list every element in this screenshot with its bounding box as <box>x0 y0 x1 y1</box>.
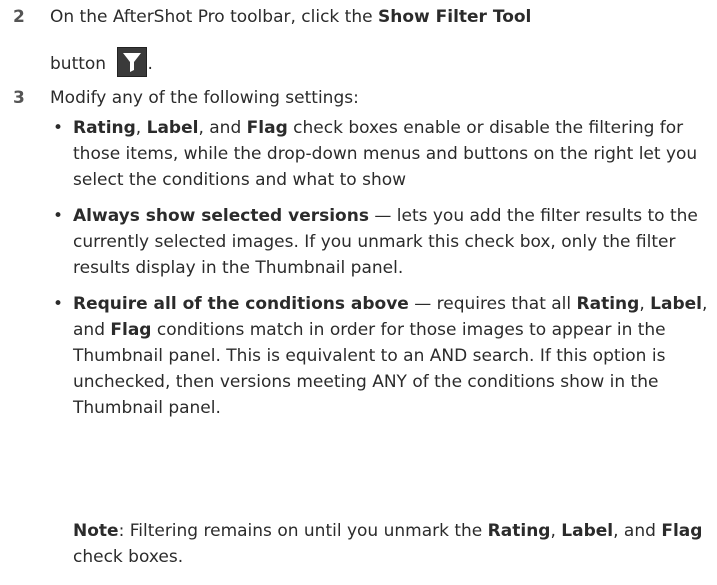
show-filter-tool-label: Show Filter Tool <box>377 7 532 27</box>
list-item: • Always show selected versions — lets y… <box>53 206 698 278</box>
list-item: • Require all of the conditions above — … <box>53 294 708 418</box>
filter-funnel-icon <box>117 47 148 77</box>
settings-list: • Rating, Label, and Flag check boxes en… <box>50 115 710 431</box>
step-2-text: On the AfterShot Pro toolbar, click the … <box>50 7 532 27</box>
step-3-text: Modify any of the following settings: <box>50 88 359 108</box>
step-number: 3 <box>13 88 25 108</box>
list-item: • Rating, Label, and Flag check boxes en… <box>53 118 698 190</box>
note-label: Note <box>73 521 119 541</box>
note: Note: Filtering remains on until you unm… <box>73 521 703 567</box>
step-number: 2 <box>13 7 25 27</box>
step-2-text-line2: button . <box>50 47 710 77</box>
